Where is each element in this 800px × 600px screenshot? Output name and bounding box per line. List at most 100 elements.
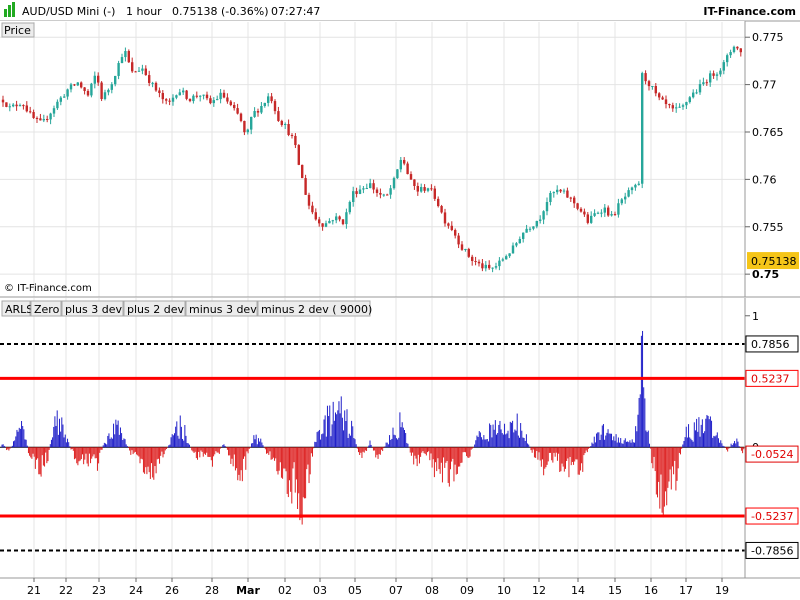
candle-body bbox=[392, 178, 396, 189]
candle-body bbox=[736, 46, 739, 49]
price-y-tick-label: 0.76 bbox=[752, 173, 777, 186]
x-tick-label: 09 bbox=[460, 584, 474, 597]
candle-body bbox=[209, 98, 212, 104]
candle-body bbox=[525, 228, 528, 233]
candle-body bbox=[18, 105, 22, 107]
candle-body bbox=[573, 197, 576, 204]
price-panel: Price © IT-Finance.com 0.7750.770.7650.7… bbox=[0, 21, 800, 298]
candle-body bbox=[545, 202, 549, 212]
candle-body bbox=[501, 259, 504, 261]
candle-body bbox=[239, 113, 243, 121]
candle-body bbox=[675, 107, 678, 109]
candle-body bbox=[420, 187, 423, 192]
candle-body bbox=[532, 226, 535, 229]
candle-body bbox=[110, 84, 113, 90]
x-tick-label: 08 bbox=[425, 584, 439, 597]
candle-body bbox=[270, 96, 273, 102]
candle-body bbox=[566, 190, 569, 198]
candle-body bbox=[644, 73, 647, 82]
timeframe-label[interactable]: 1 hour bbox=[126, 5, 162, 18]
candle-body bbox=[331, 220, 334, 222]
brand-label: IT-Finance.com bbox=[703, 5, 796, 18]
candle-body bbox=[76, 82, 79, 86]
x-tick-label: 21 bbox=[27, 584, 41, 597]
candle-body bbox=[321, 223, 324, 227]
candle-body bbox=[369, 183, 372, 189]
candle-body bbox=[107, 89, 110, 93]
x-tick-label: Mar bbox=[236, 584, 260, 597]
candle-body bbox=[386, 194, 389, 196]
candle-body bbox=[304, 178, 307, 195]
candle-body bbox=[15, 104, 18, 107]
candle-body bbox=[491, 267, 494, 269]
candle-body bbox=[161, 93, 164, 100]
candle-body bbox=[600, 212, 603, 214]
x-tick-label: 14 bbox=[571, 584, 585, 597]
candle-body bbox=[216, 99, 219, 101]
candle-body bbox=[263, 102, 266, 106]
candle-body bbox=[212, 100, 215, 104]
candle-body bbox=[729, 52, 732, 56]
candle-body bbox=[630, 187, 634, 191]
x-tick-label: 22 bbox=[59, 584, 73, 597]
chart-root: AUD/USD Mini (-) 1 hour 0.75138 (-0.36%)… bbox=[0, 0, 800, 597]
candle-body bbox=[705, 82, 708, 84]
candle-body bbox=[311, 205, 314, 213]
candle-body bbox=[137, 70, 141, 72]
band-label: 0.7856 bbox=[751, 338, 790, 351]
candle-body bbox=[1, 99, 5, 103]
candle-body bbox=[447, 223, 450, 226]
candle-body bbox=[389, 188, 392, 195]
x-tick-label: 23 bbox=[92, 584, 106, 597]
candle-body bbox=[348, 202, 351, 213]
candle-body bbox=[233, 104, 236, 109]
candle-body bbox=[641, 73, 644, 184]
candle-body bbox=[671, 105, 674, 109]
candle-body bbox=[287, 124, 290, 135]
candle-body bbox=[100, 82, 103, 100]
candle-body bbox=[134, 71, 137, 73]
candle-body bbox=[83, 87, 86, 91]
candle-body bbox=[450, 225, 453, 231]
candle-body bbox=[273, 101, 277, 112]
candle-body bbox=[243, 120, 246, 133]
indicator-y-axis: 0.78560.5237-0.5237-0.785610-0.0524 bbox=[745, 310, 799, 559]
candle-body bbox=[464, 248, 467, 250]
candle-body bbox=[362, 188, 365, 190]
candle-body bbox=[178, 92, 181, 96]
candle-body bbox=[685, 102, 688, 106]
indicator-y-tick-label: 1 bbox=[752, 310, 759, 323]
candle-body bbox=[559, 189, 562, 192]
candle-body bbox=[256, 111, 260, 113]
candle-body bbox=[443, 212, 447, 224]
candle-body bbox=[739, 48, 742, 53]
candle-body bbox=[406, 163, 409, 175]
candle-body bbox=[617, 203, 620, 215]
candle-body bbox=[634, 184, 637, 188]
x-tick-label: 15 bbox=[608, 584, 622, 597]
x-axis: 21 22 23 24 26 28 Mar 02 03 05 07 08 09 10 12 14 15 16 17 1… bbox=[0, 577, 800, 597]
candle-body bbox=[508, 253, 511, 257]
candle-body bbox=[518, 238, 521, 244]
x-tick-label: 07 bbox=[389, 584, 403, 597]
candle-body bbox=[590, 215, 593, 223]
price-panel-label[interactable]: Price bbox=[1, 22, 35, 38]
legend-label: Zero bbox=[34, 303, 60, 316]
candle-body bbox=[661, 97, 664, 100]
candle-body bbox=[698, 84, 702, 93]
band-label: -0.7856 bbox=[751, 544, 793, 557]
candle-body bbox=[328, 220, 331, 224]
candle-body bbox=[222, 92, 226, 98]
candle-body bbox=[182, 90, 185, 93]
candle-body bbox=[681, 105, 685, 107]
candle-body bbox=[39, 118, 42, 121]
candle-body bbox=[324, 223, 328, 227]
candle-body bbox=[688, 97, 691, 103]
candle-body bbox=[471, 256, 474, 262]
candle-body bbox=[345, 212, 348, 225]
candle-body bbox=[297, 145, 300, 165]
candle-body bbox=[301, 164, 304, 179]
candle-body bbox=[355, 191, 358, 194]
indicator-legend: ARLS Zero plus 3 dev plus 2 dev minus 3 dev m… bbox=[1, 300, 372, 317]
candle-body bbox=[318, 219, 321, 224]
